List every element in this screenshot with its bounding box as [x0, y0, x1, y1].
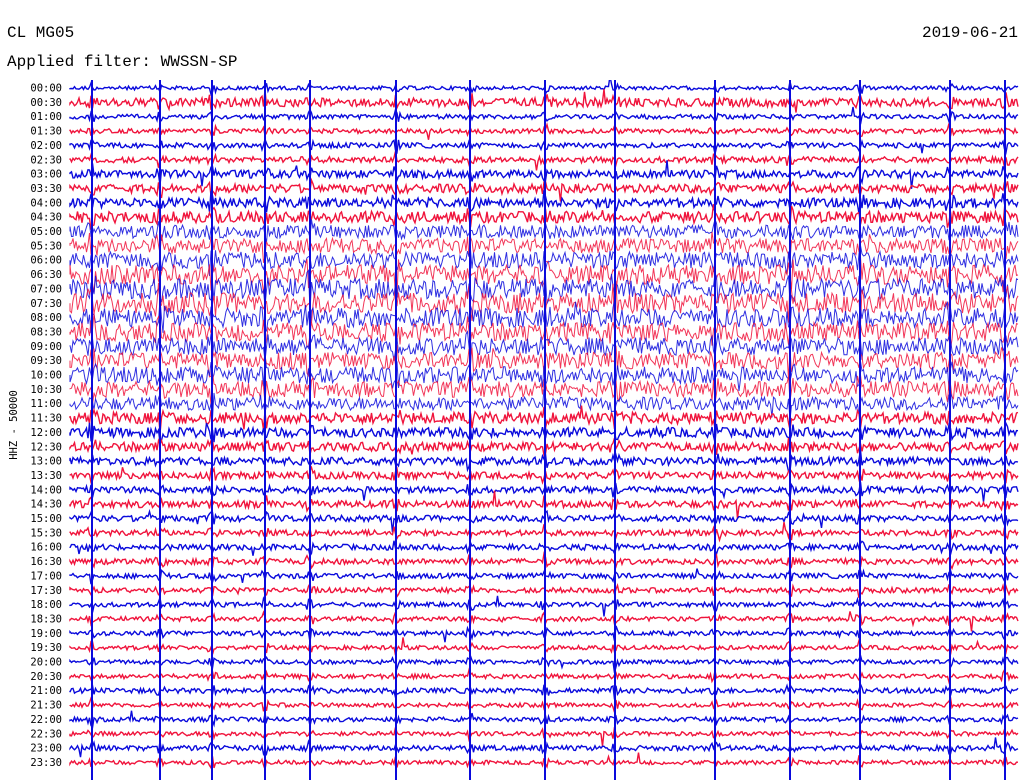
time-tick-label: 12:30 [30, 441, 62, 453]
time-tick-label: 23:30 [30, 757, 62, 769]
time-tick-label: 13:30 [30, 470, 62, 482]
time-tick-label: 13:00 [30, 456, 62, 468]
time-tick-label: 02:00 [30, 140, 62, 152]
time-tick-label: 03:30 [30, 183, 62, 195]
time-tick-label: 00:30 [30, 97, 62, 109]
time-tick-label: 19:00 [30, 628, 62, 640]
time-tick-label: 21:00 [30, 685, 62, 697]
time-tick-label: 15:30 [30, 527, 62, 539]
time-tick-label: 06:00 [30, 255, 62, 267]
time-tick-label: 12:00 [30, 427, 62, 439]
time-tick-label: 10:30 [30, 384, 62, 396]
time-tick-label: 06:30 [30, 269, 62, 281]
time-tick-label: 14:30 [30, 499, 62, 511]
time-tick-label: 19:30 [30, 642, 62, 654]
time-tick-label: 07:30 [30, 298, 62, 310]
time-tick-label: 04:00 [30, 197, 62, 209]
time-tick-label: 16:30 [30, 556, 62, 568]
time-tick-label: 20:30 [30, 671, 62, 683]
helicorder-plot: 00:00 00:30 01:00 01:30 02:00 02:30 03:00 03:30… [0, 0, 1024, 780]
time-tick-label: 11:00 [30, 398, 62, 410]
time-tick-label: 21:30 [30, 700, 62, 712]
time-tick-label: 22:30 [30, 728, 62, 740]
time-tick-label: 23:00 [30, 743, 62, 755]
time-tick-label: 05:00 [30, 226, 62, 238]
time-tick-label: 01:30 [30, 126, 62, 138]
date-label: 2019-06-21 [922, 24, 1018, 42]
time-tick-label: 18:00 [30, 599, 62, 611]
time-tick-label: 05:30 [30, 240, 62, 252]
time-tick-label: 09:00 [30, 341, 62, 353]
station-label: CL MG05 [7, 24, 74, 42]
time-tick-label: 16:00 [30, 542, 62, 554]
time-tick-label: 08:30 [30, 326, 62, 338]
time-tick-label: 01:00 [30, 111, 62, 123]
time-tick-label: 11:30 [30, 413, 62, 425]
time-tick-label: 18:30 [30, 613, 62, 625]
time-tick-label: 08:00 [30, 312, 62, 324]
time-tick-label: 09:30 [30, 355, 62, 367]
time-tick-label: 17:00 [30, 570, 62, 582]
time-tick-label: 17:30 [30, 585, 62, 597]
y-axis-label: HHZ - 50000 [8, 390, 20, 460]
time-tick-label: 04:30 [30, 212, 62, 224]
time-tick-label: 00:00 [30, 83, 62, 95]
time-tick-label: 14:00 [30, 484, 62, 496]
filter-label: Applied filter: WWSSN-SP [7, 53, 237, 71]
time-tick-label: 07:00 [30, 283, 62, 295]
time-tick-label: 22:00 [30, 714, 62, 726]
time-tick-label: 20:00 [30, 657, 62, 669]
time-tick-label: 02:30 [30, 154, 62, 166]
time-tick-label: 10:00 [30, 370, 62, 382]
time-tick-label: 15:00 [30, 513, 62, 525]
time-tick-label: 03:00 [30, 169, 62, 181]
